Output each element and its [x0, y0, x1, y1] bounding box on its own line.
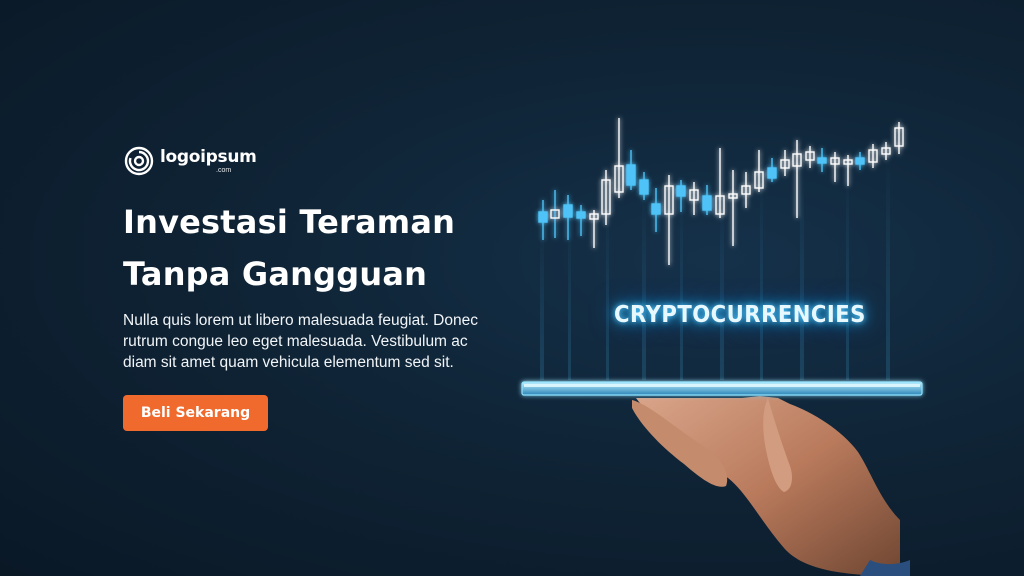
hero-title-line-2: Tanpa Gangguan [123, 255, 428, 293]
hand-icon [632, 396, 910, 576]
buy-now-button[interactable]: Beli Sekarang [123, 395, 268, 431]
brand-name: logoipsum [160, 146, 257, 167]
logo-ring-icon [124, 146, 154, 176]
tablet-icon [521, 381, 923, 396]
brand-suffix: .com [216, 166, 232, 174]
hero-title-line-1: Investasi Teraman [123, 203, 456, 241]
brand-logo[interactable]: logoipsum .com [124, 146, 257, 176]
crypto-illustration [521, 118, 923, 576]
hero-description: Nulla quis lorem ut libero malesuada feu… [123, 312, 478, 371]
light-beams [540, 150, 890, 380]
cryptocurrencies-label: CRYPTOCURRENCIES [614, 302, 866, 328]
hero-title: Investasi Teraman Tanpa Gangguan [123, 196, 483, 300]
